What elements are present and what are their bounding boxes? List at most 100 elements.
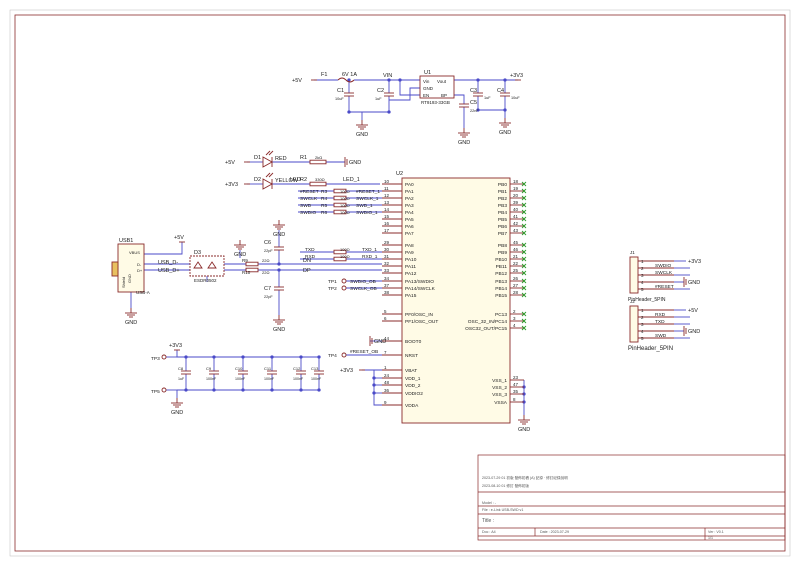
header-net-label: SWCLK bbox=[655, 270, 673, 276]
mcu-net-out: #RESET_1 bbox=[356, 189, 380, 195]
header-pin-number: 1 bbox=[641, 308, 644, 313]
mcu-pin-name: PA15 bbox=[405, 293, 417, 299]
cap-value: 10uF bbox=[335, 97, 344, 101]
mcu-pin-number: 36 bbox=[384, 388, 390, 393]
mcu-pin-number: 47 bbox=[513, 382, 519, 387]
wire bbox=[478, 109, 506, 118]
mcu-pin-name: PF1/OSC_OUT bbox=[405, 319, 438, 325]
mcu-res-ref: R6 bbox=[321, 210, 327, 216]
mcu-pin-name: PA2 bbox=[405, 196, 414, 202]
junction bbox=[317, 388, 321, 392]
decoupling-ref: C10 bbox=[235, 366, 243, 371]
testpoint bbox=[341, 285, 347, 291]
nrst-net-label: #RESET_OB bbox=[350, 349, 378, 355]
header-power-label: +5V bbox=[688, 308, 698, 314]
mcu-pin-number: 7 bbox=[384, 350, 387, 355]
mcu-pin-name: OSC32_OUT/PC15 bbox=[465, 326, 507, 332]
mcu-pin-name: PA10 bbox=[405, 257, 417, 263]
header-pin-number: 2 bbox=[641, 266, 644, 271]
header-pin-number: 2 bbox=[641, 315, 644, 320]
mcu-pin-name: PB9 bbox=[498, 250, 507, 256]
uart-res-value: 100Ω bbox=[340, 247, 350, 252]
gnd-c5: GND bbox=[458, 140, 470, 146]
regulator-pin-vout: Vout bbox=[437, 79, 447, 84]
testpoint-label: TP4 bbox=[328, 353, 337, 359]
header-body bbox=[629, 256, 639, 294]
led-resistor bbox=[309, 181, 327, 187]
mcu-pin-number: 34 bbox=[384, 276, 390, 281]
mcu-pin-name: PB6 bbox=[498, 224, 507, 230]
decoupling-ref: C12 bbox=[293, 366, 301, 371]
cap-ref: C5 bbox=[470, 100, 477, 106]
mcu-pin-number: 14 bbox=[384, 207, 390, 212]
gnd-c6: GND bbox=[273, 232, 285, 238]
mcu-net-name: SWDIO bbox=[300, 210, 317, 216]
mcu-pin-name: PB2 bbox=[498, 196, 507, 202]
mcu-pin-number: 19 bbox=[513, 186, 519, 191]
testpoint-label: TP1 bbox=[328, 279, 337, 285]
revision-line-2: 2023-08-10 01 修訂 發佈初版 bbox=[482, 483, 529, 488]
mcu-res-ref: R5 bbox=[321, 203, 327, 209]
mcu-pin-number: 30 bbox=[384, 247, 390, 252]
mcu-pin-number: 22 bbox=[513, 261, 519, 266]
esd-ref: D3 bbox=[194, 250, 201, 256]
testpoint-label: TP5 bbox=[151, 389, 160, 395]
mcu-pin-number: 42 bbox=[513, 221, 519, 226]
mcu-pin-name: VDDIO2 bbox=[405, 391, 423, 397]
wire-vbus bbox=[144, 242, 183, 255]
junction bbox=[372, 383, 376, 387]
usb-5v-label: +5V bbox=[174, 235, 184, 241]
gnd-c7: GND bbox=[273, 327, 285, 333]
mcu-pin-name: PB12 bbox=[495, 271, 507, 277]
mcu-net-name: SWCLK bbox=[300, 196, 318, 202]
mcu-pin-number: 31 bbox=[384, 254, 390, 259]
fuse-symbol bbox=[337, 77, 355, 83]
esd-diodes bbox=[193, 261, 217, 269]
mcu-pin-name: NRST bbox=[405, 353, 418, 359]
mcu-net-out: SWCLK_1 bbox=[356, 196, 379, 202]
led-ref: D1 bbox=[254, 155, 261, 161]
usb-dm-net: USB_D- bbox=[158, 260, 178, 266]
mcu-res-value: 100Ω bbox=[340, 196, 350, 201]
mcu-pin-number: 17 bbox=[384, 228, 390, 233]
mcu-pin-name: PA0 bbox=[405, 182, 414, 188]
gnd-led1: GND bbox=[349, 160, 361, 166]
mcu-pin-number: 32 bbox=[384, 261, 390, 266]
header-net-label: TXD bbox=[655, 319, 665, 325]
r9-resistor bbox=[245, 261, 259, 267]
ver-field: Ver : V0.1 bbox=[708, 530, 724, 534]
led-res-value: 330Ω bbox=[315, 177, 325, 182]
testpoint bbox=[161, 387, 167, 393]
r10-ref: R10 bbox=[242, 270, 251, 275]
usb-dp-net: USB_D+ bbox=[158, 268, 180, 274]
decoupling-ref: C11 bbox=[264, 366, 272, 371]
decoupling-value: 100nF bbox=[235, 377, 246, 381]
header-pin-number: 3 bbox=[641, 273, 644, 278]
led-rail-label: +3V3 bbox=[225, 182, 238, 188]
mcu-pin-number: 2 bbox=[513, 309, 516, 314]
testpoint bbox=[341, 278, 347, 284]
mcu-pin-name: VDD_1 bbox=[405, 376, 421, 382]
junction bbox=[372, 391, 376, 395]
fuse-ref: F1 bbox=[321, 72, 327, 78]
mcu-pin-number: 15 bbox=[384, 214, 390, 219]
decoupling-value: 100nF bbox=[206, 377, 217, 381]
uart-res-value: 100Ω bbox=[340, 254, 350, 259]
regulator-pin-en: EN bbox=[423, 93, 429, 98]
junction bbox=[212, 388, 216, 392]
cap-ref: C3 bbox=[470, 88, 477, 94]
decoupling-3v3-label: +3V3 bbox=[169, 343, 182, 349]
mcu-pin-name: PA1 bbox=[405, 189, 414, 195]
fuse-value: 6V 1A bbox=[342, 72, 357, 78]
header-body bbox=[629, 305, 639, 343]
mcu-pin-number: 10 bbox=[384, 179, 390, 184]
doc-field: Doc : A4 bbox=[482, 530, 496, 534]
junction bbox=[299, 388, 303, 392]
power-5v-label: +5V bbox=[292, 78, 302, 84]
mcu-pin-name: PB8 bbox=[498, 243, 507, 249]
schematic-canvas: +5VF1 6V 1A VINC110uFC21uFGNDU1Vin VoutGNDE… bbox=[9, 9, 791, 557]
swd-net-label: SWCLK_OB bbox=[350, 286, 377, 292]
mcu-pin-number: 43 bbox=[513, 228, 519, 233]
mcu-pin-number: 33 bbox=[384, 268, 390, 273]
gnd-decoupling: GND bbox=[171, 410, 183, 416]
